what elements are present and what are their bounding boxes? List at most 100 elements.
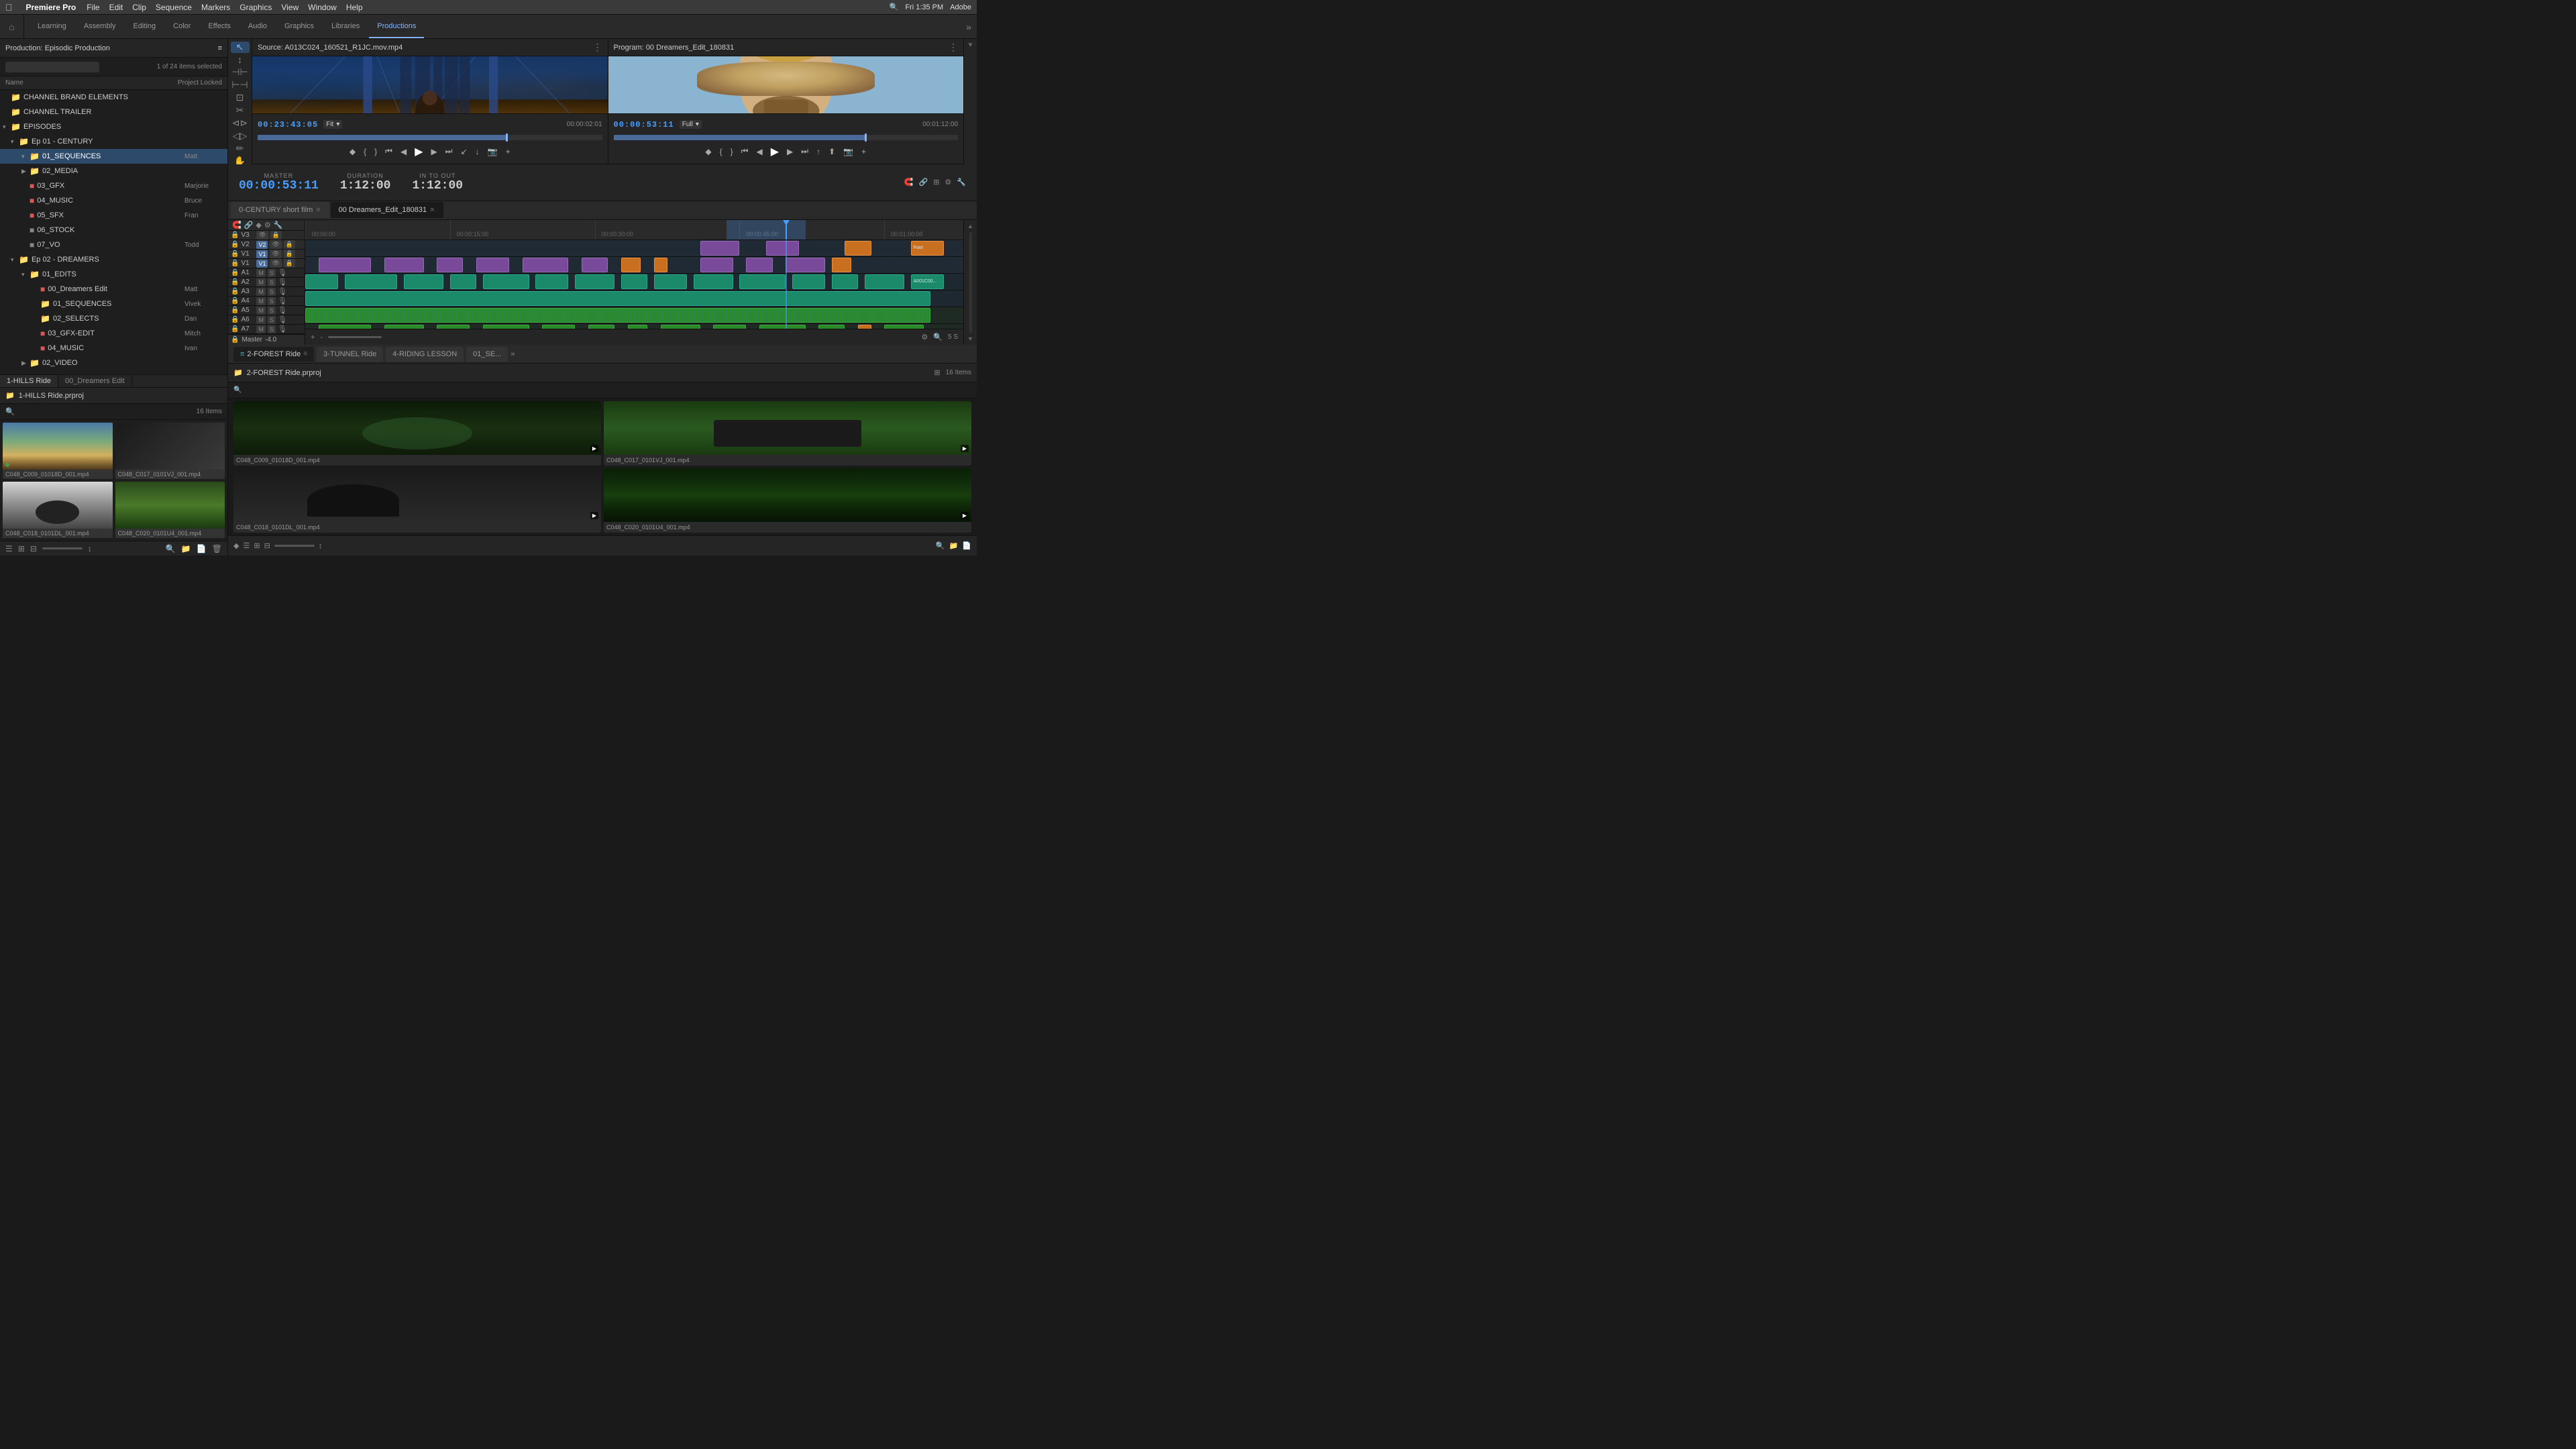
tree-item-02selects[interactable]: 📁 02_SELECTS Dan (0, 311, 227, 326)
track-a3-m[interactable]: M (256, 288, 266, 296)
menu-help[interactable]: Help (346, 3, 363, 12)
clip-v1a-10[interactable] (694, 274, 733, 289)
track-a4-m[interactable]: M (256, 297, 266, 305)
tc-btn-markers[interactable]: ◆ (256, 221, 261, 229)
step-forward-btn[interactable]: ▶ (431, 147, 437, 156)
clip-a2-11[interactable] (818, 325, 845, 329)
clip-v1a-6[interactable] (535, 274, 568, 289)
tl-add-btn[interactable]: + (311, 333, 315, 341)
tree-item-episodes[interactable]: ▾ 📁 EPISODES (0, 119, 227, 134)
bins-grid-view[interactable]: ⊞ (254, 541, 260, 550)
ripple-tool[interactable]: ⊣⊢ (231, 66, 250, 78)
tab-assembly[interactable]: Assembly (76, 15, 124, 38)
seq-tool-settings[interactable]: ⚙ (945, 178, 951, 186)
mark-out-btn[interactable]: } (374, 147, 377, 156)
clip-v3-1[interactable] (700, 241, 740, 256)
clip-a2-13[interactable] (884, 325, 924, 329)
track-v1b-active[interactable]: V1 (256, 260, 268, 268)
tc-btn-snap[interactable]: 🧲 (232, 221, 241, 229)
track-a2-s[interactable]: S (268, 278, 276, 286)
clip-a2-6[interactable] (588, 325, 614, 329)
tree-item-06stock[interactable]: ■ 06_STOCK (0, 223, 227, 237)
thumb-item-0[interactable]: C048_C009_01018D_001.mp4 (3, 423, 113, 479)
clip-v1a-12[interactable] (792, 274, 825, 289)
tc-btn-settings[interactable]: ⚙ (264, 221, 271, 229)
search-btn[interactable]: 🔍 (166, 544, 176, 553)
track-v1b-vis[interactable]: 👁 (270, 259, 281, 268)
clip-a2-1[interactable] (319, 325, 371, 329)
tl-scroll-bar[interactable] (969, 232, 972, 333)
extract-btn[interactable]: ⬆ (828, 147, 835, 156)
rolling-tool[interactable]: ⊢⊣ (231, 79, 250, 91)
project-menu-icon[interactable]: ≡ (218, 44, 222, 52)
seq-tool-add-track[interactable]: ⊞ (933, 178, 939, 186)
play-btn[interactable]: ▶ (415, 145, 423, 158)
clip-v2-10[interactable] (746, 258, 772, 272)
track-a2-m[interactable]: M (256, 278, 266, 286)
step-back-btn[interactable]: ◀ (756, 147, 762, 156)
bins-new-item[interactable]: 📄 (962, 541, 971, 550)
bins-list-view[interactable]: ☰ (243, 541, 250, 550)
tree-item-05sfx[interactable]: ■ 05_SFX Fran (0, 208, 227, 223)
seq-tool-magnet[interactable]: 🧲 (904, 178, 914, 186)
source-scrubber[interactable] (258, 135, 602, 140)
menu-edit[interactable]: Edit (109, 3, 123, 12)
bins-folder-btn[interactable]: 📁 (949, 541, 959, 550)
track-a3-s[interactable]: S (268, 288, 276, 296)
tab-libraries[interactable]: Libraries (323, 15, 368, 38)
clip-a2-2[interactable] (384, 325, 424, 329)
freeform-view-btn[interactable]: ⊟ (30, 544, 37, 553)
track-a5-s[interactable]: S (268, 307, 276, 315)
search-icon[interactable]: 🔍 (890, 3, 899, 11)
step-forward-btn[interactable]: ▶ (787, 147, 793, 156)
bins-icon-view[interactable]: ⊟ (264, 541, 270, 550)
go-to-in-btn[interactable]: ⏮ (741, 146, 749, 156)
clip-v1a-5[interactable] (483, 274, 529, 289)
clip-a1-main[interactable] (305, 308, 930, 323)
track-a1-s[interactable]: S (268, 269, 276, 277)
mark-out-btn[interactable]: } (731, 147, 733, 156)
clip-v3-foot[interactable]: Foot (911, 241, 944, 256)
timeline-tab-dreamers[interactable]: 00 Dreamers_Edit_180831 ✕ (331, 202, 443, 218)
clip-a2-10[interactable] (759, 325, 806, 329)
clip-a2-8[interactable] (661, 325, 700, 329)
tc-btn-wrench[interactable]: 🔧 (274, 221, 283, 229)
track-v2-lock[interactable]: 🔒 (284, 240, 295, 249)
insert-btn[interactable]: ↙ (461, 147, 468, 156)
bin-tab-menu[interactable]: ≡ (303, 350, 307, 358)
rate-stretch-tool[interactable]: ⊡ (231, 92, 250, 103)
clip-v1a-13[interactable] (832, 274, 858, 289)
tree-item-channel-trailer[interactable]: 📁 CHANNEL TRAILER (0, 105, 227, 119)
step-back-btn[interactable]: ◀ (400, 147, 407, 156)
track-a7-s[interactable]: S (268, 325, 276, 333)
tc-btn-link[interactable]: 🔗 (244, 221, 254, 229)
clip-a2-7[interactable] (628, 325, 647, 329)
tab-close[interactable]: ✕ (429, 207, 435, 214)
clip-a2-9[interactable] (713, 325, 746, 329)
bins-zoom-slider[interactable] (274, 545, 315, 547)
clip-v1a-8[interactable] (621, 274, 647, 289)
tree-item-03gfx[interactable]: ■ 03_GFX Marjorie (0, 178, 227, 193)
bin-tab-riding-lesson[interactable]: 4-RIDING LESSON (386, 347, 464, 362)
tree-item-02media[interactable]: ▶ 📁 02_MEDIA (0, 164, 227, 178)
track-v3-lock[interactable]: 🔒 (270, 231, 282, 239)
home-button[interactable]: ⌂ (0, 15, 24, 39)
add-marker-btn[interactable]: ◆ (350, 147, 356, 156)
bin-item-2[interactable]: ▶ C048_C018_0101DL_001.mp4 (233, 468, 601, 533)
tree-item-02video[interactable]: ▶ 📁 02_VIDEO (0, 356, 227, 370)
track-v1a-lock[interactable]: 🔒 (284, 250, 295, 258)
thumb-item-1[interactable]: C048_C017_0101VJ_001.mp4 (115, 423, 225, 479)
new-item-btn[interactable]: 📄 (197, 544, 207, 553)
menu-file[interactable]: File (87, 3, 99, 12)
go-to-out-btn[interactable]: ⏭ (801, 146, 808, 156)
clip-v3-2[interactable] (766, 241, 799, 256)
bins-search-input[interactable] (244, 386, 971, 394)
add-program-btn[interactable]: + (861, 147, 866, 156)
clip-v1a-9[interactable] (654, 274, 687, 289)
export-frame-btn[interactable]: 📷 (843, 147, 853, 156)
tab-learning[interactable]: Learning (30, 15, 74, 38)
track-select-tool[interactable]: ↕ (231, 54, 250, 65)
menu-graphics[interactable]: Graphics (239, 3, 272, 12)
menu-markers[interactable]: Markers (201, 3, 230, 12)
bins-search-btn[interactable]: 🔍 (936, 541, 945, 550)
